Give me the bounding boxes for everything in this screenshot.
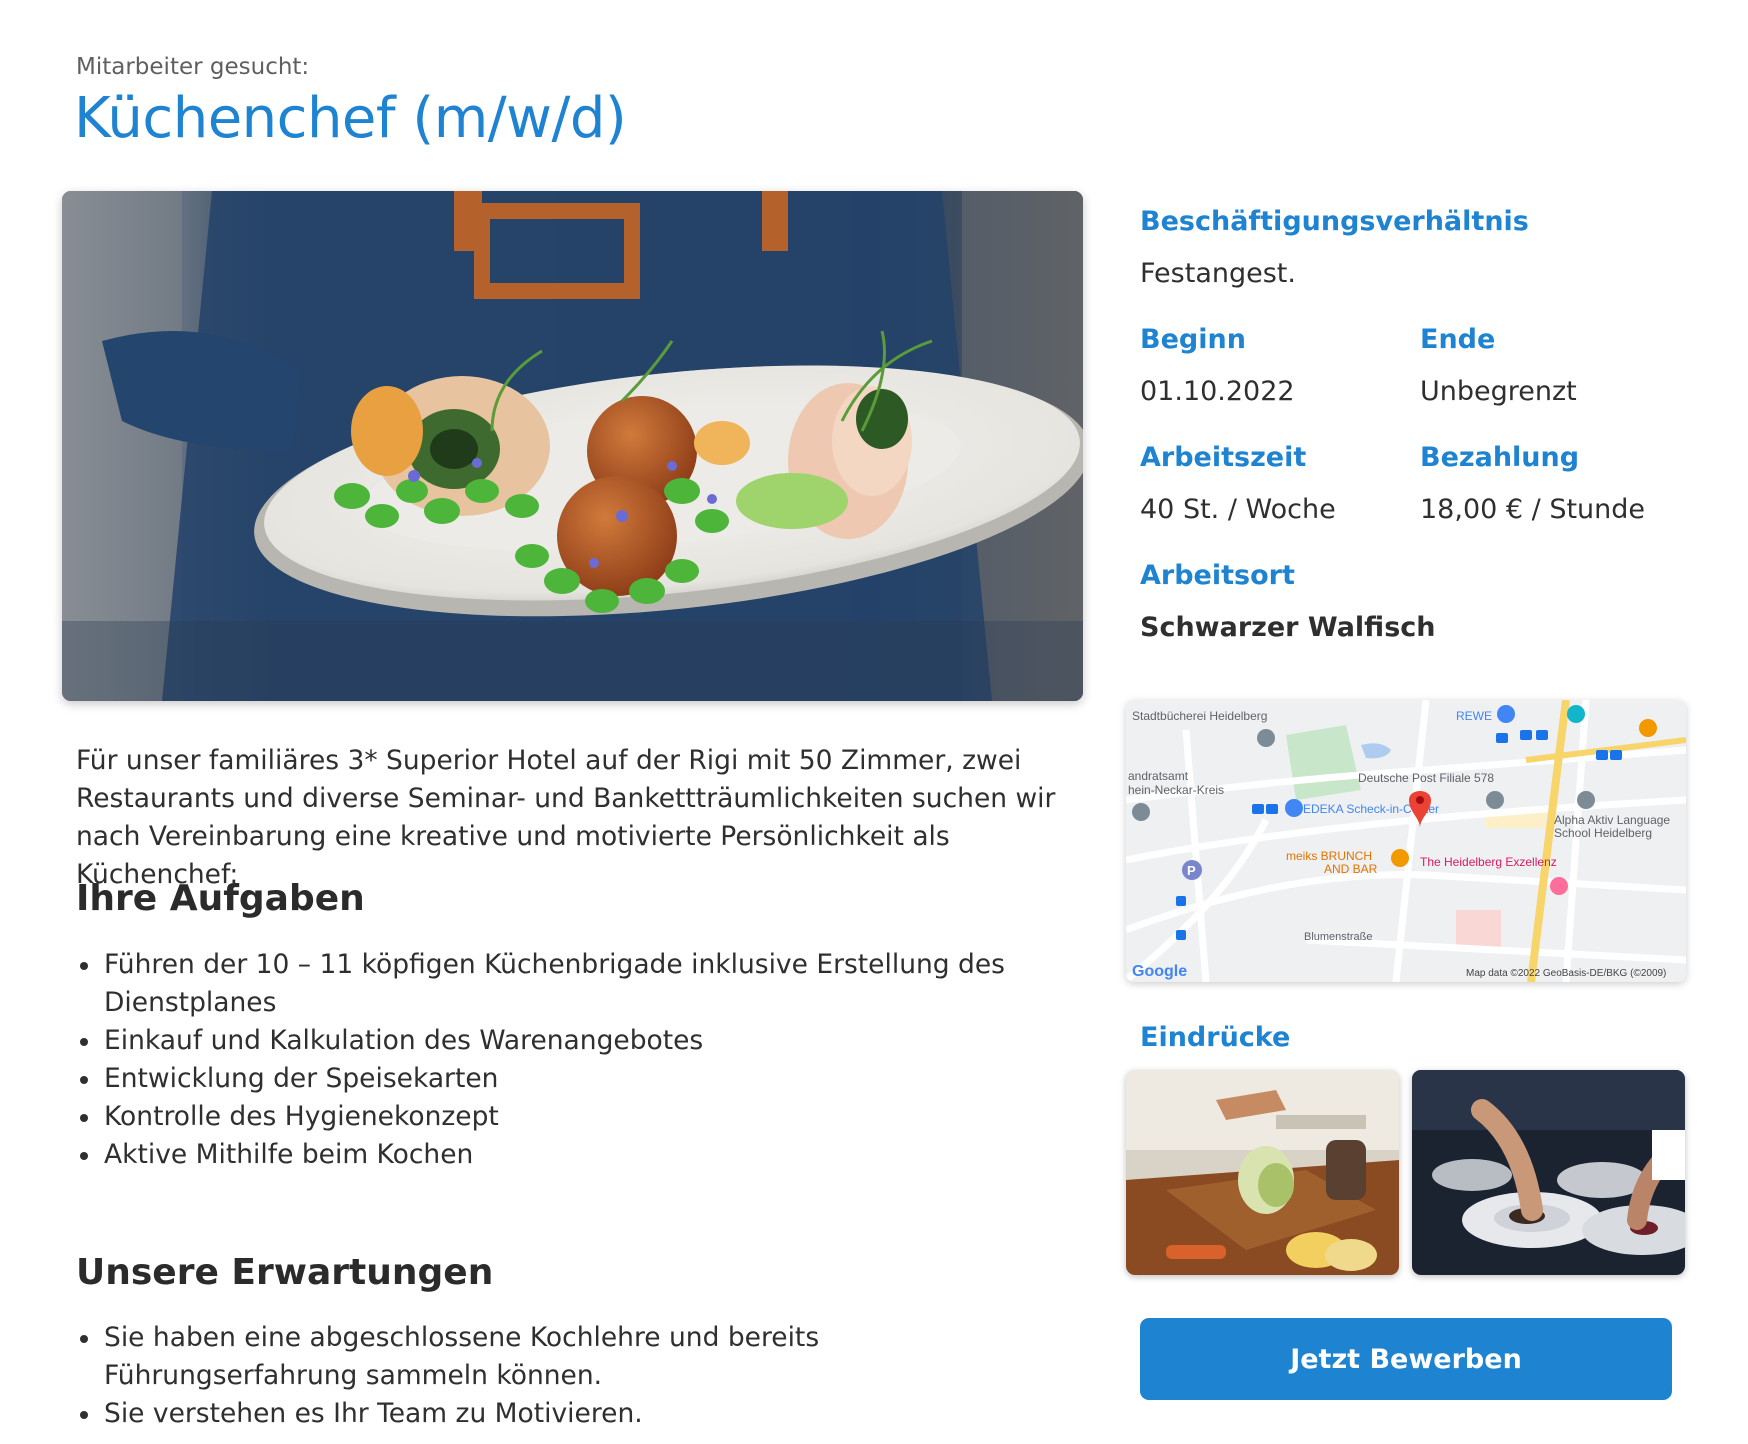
list-item: Kontrolle des Hygienekonzept <box>76 1098 1076 1136</box>
impression-photo-cutting[interactable] <box>1126 1070 1399 1275</box>
svg-text:P: P <box>1187 863 1196 878</box>
pay-label: Bezahlung <box>1420 442 1580 473</box>
tasks-heading: Ihre Aufgaben <box>76 878 365 919</box>
hours-label: Arbeitszeit <box>1140 442 1307 473</box>
hero-dish-photo <box>62 191 1083 701</box>
apply-button[interactable]: Jetzt Bewerben <box>1140 1318 1672 1400</box>
impressions-heading: Eindrücke <box>1140 1022 1291 1053</box>
page-title: Küchenchef (m/w/d) <box>74 86 627 151</box>
tasks-list: Führen der 10 – 11 köpfigen Küchenbrigad… <box>76 946 1076 1174</box>
list-item: Führen der 10 – 11 köpfigen Küchenbrigad… <box>76 946 1076 1022</box>
map-label-landratsamt-2: hein-Neckar-Kreis <box>1128 783 1224 797</box>
location-label: Arbeitsort <box>1140 560 1295 591</box>
pay-value: 18,00 € / Stunde <box>1420 494 1646 525</box>
impression-photo-plating[interactable] <box>1412 1070 1685 1275</box>
google-logo: Google <box>1132 963 1187 980</box>
employment-label: Beschäftigungsverhältnis <box>1140 206 1529 237</box>
map-label-meiks: meiks BRUNCH <box>1286 849 1372 863</box>
end-label: Ende <box>1420 324 1496 355</box>
list-item: Aktive Mithilfe beim Kochen <box>76 1136 1076 1174</box>
expectations-heading: Unsere Erwartungen <box>76 1252 494 1293</box>
map-label-landratsamt: andratsamt <box>1128 769 1189 783</box>
map-label-alpha-2: School Heidelberg <box>1554 826 1652 840</box>
expectations-list: Sie haben eine abgeschlossene Kochlehre … <box>76 1319 1076 1433</box>
map-label-rewe: REWE <box>1456 709 1492 723</box>
map-label-meiks-2: AND BAR <box>1324 862 1378 876</box>
start-label: Beginn <box>1140 324 1246 355</box>
page-kicker: Mitarbeiter gesucht: <box>76 54 310 80</box>
location-value: Schwarzer Walfisch <box>1140 612 1436 643</box>
list-item: Sie verstehen es Ihr Team zu Motivieren. <box>76 1395 1076 1433</box>
list-item: Entwicklung der Speisekarten <box>76 1060 1076 1098</box>
hours-value: 40 St. / Woche <box>1140 494 1336 525</box>
location-map[interactable]: Stadtbücherei Heidelberg andratsamt hein… <box>1126 700 1686 982</box>
map-label-alpha: Alpha Aktiv Language <box>1554 813 1670 827</box>
list-item: Sie haben eine abgeschlossene Kochlehre … <box>76 1319 1076 1395</box>
intro-text: Für unser familiäres 3* Superior Hotel a… <box>76 745 1056 890</box>
start-value: 01.10.2022 <box>1140 376 1295 407</box>
end-value: Unbegrenzt <box>1420 376 1577 407</box>
map-label-hotel: The Heidelberg Exzellenz <box>1420 855 1557 869</box>
map-label-post: Deutsche Post Filiale 578 <box>1358 771 1494 785</box>
employment-value: Festangest. <box>1140 258 1296 289</box>
list-item: Einkauf und Kalkulation des Warenangebot… <box>76 1022 1076 1060</box>
map-attribution: Map data ©2022 GeoBasis-DE/BKG (©2009) <box>1466 968 1666 979</box>
map-label-library: Stadtbücherei Heidelberg <box>1132 709 1267 723</box>
map-label-street: Blumenstraße <box>1304 931 1372 943</box>
